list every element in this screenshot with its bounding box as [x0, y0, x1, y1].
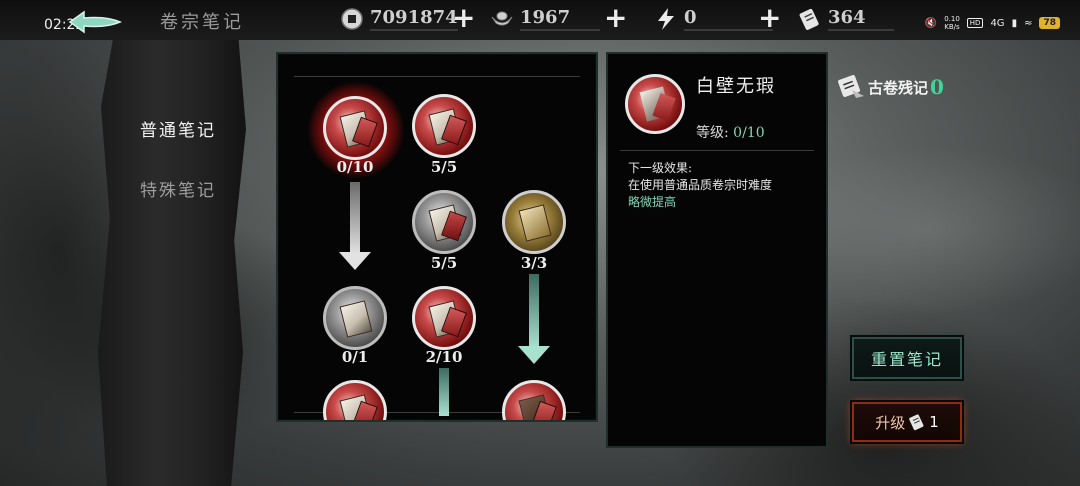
fragments-count: 0	[930, 75, 944, 99]
upgrade-button[interactable]: 升级 1	[852, 402, 962, 442]
node-count: 2/10	[425, 348, 463, 366]
coins-value: 7091874	[370, 7, 458, 31]
add-coins-button[interactable]: +	[452, 4, 475, 32]
upgrade-label: 升级	[875, 413, 906, 432]
node-count: 5/5	[430, 254, 458, 272]
system-status-icons: 🔇 0.10 KB/s HD 4G ▮ ≈ 78	[925, 15, 1060, 31]
node-count: 0/1	[341, 348, 369, 366]
tree-node-baibi-wuxia[interactable]	[323, 96, 387, 160]
scroll-ticket-icon	[909, 414, 924, 431]
selected-skill-icon	[625, 74, 685, 134]
tree-node-mid-3[interactable]	[502, 190, 566, 254]
scroll-ticket-icon	[799, 8, 819, 30]
lightning-icon	[658, 8, 674, 30]
resource-silver: 1967	[490, 7, 601, 31]
tree-node-low-2[interactable]	[412, 286, 476, 350]
sidebar-scroll-backdrop	[98, 40, 246, 486]
node-art	[518, 204, 552, 242]
mute-icon: 🔇	[924, 17, 938, 29]
tree-node-low-1[interactable]	[323, 286, 387, 350]
tab-normal-notes[interactable]: 普通笔记	[134, 110, 218, 142]
wifi-icon: ≈	[1024, 17, 1033, 29]
coin-icon	[341, 8, 363, 30]
tree-node-bottom-1[interactable]	[323, 380, 387, 420]
resource-energy: 0	[654, 7, 773, 31]
level-value: 0/10	[733, 125, 765, 141]
silver-value: 1967	[520, 7, 601, 31]
ancient-scroll-fragments: 古卷残记 0	[834, 74, 944, 100]
next-effect-text: 在使用普通品质卷宗时难度	[628, 178, 773, 192]
add-silver-button[interactable]: +	[604, 4, 627, 32]
battery-badge: 78	[1039, 17, 1060, 29]
upgrade-cost: 1	[929, 413, 939, 431]
node-count: 5/5	[430, 158, 458, 176]
skill-name: 白壁无瑕	[696, 76, 776, 97]
next-effect-highlight: 略微提高	[628, 195, 677, 209]
tab-special-notes[interactable]: 特殊笔记	[140, 176, 216, 201]
node-count: 0/10	[336, 158, 374, 176]
skill-detail-panel: 白壁无瑕 等级: 0/10 下一级效果: 在使用普通品质卷宗时难度 略微提高	[606, 52, 828, 448]
back-arrow-icon[interactable]	[66, 8, 124, 36]
tree-node-mid-2[interactable]	[412, 190, 476, 254]
resource-tickets: 364	[798, 7, 894, 31]
silver-ingot-icon	[491, 11, 513, 26]
next-level-effect: 下一级效果: 在使用普通品质卷宗时难度 略微提高	[628, 160, 818, 211]
fragments-label: 古卷残记	[868, 78, 929, 97]
tickets-value: 364	[828, 7, 894, 31]
tree-node-top-2[interactable]	[412, 94, 476, 158]
skill-level: 等级: 0/10	[696, 122, 765, 142]
signal-label: 4G	[990, 17, 1005, 29]
node-art	[339, 300, 373, 338]
resource-coins: 7091874	[340, 7, 458, 31]
signal-bars-icon: ▮	[1011, 17, 1018, 29]
next-effect-label: 下一级效果:	[628, 161, 693, 175]
tree-node-bottom-3[interactable]	[502, 380, 566, 420]
add-energy-button[interactable]: +	[758, 4, 781, 32]
scroll-fragment-icon	[838, 75, 864, 98]
net-speed: 0.10 KB/s	[944, 15, 960, 31]
skill-tree-panel: 0/10 5/5 5/5 3/3 0/1 2/10	[276, 52, 598, 422]
page-title: 卷宗笔记	[160, 12, 244, 33]
hd-badge: HD	[966, 18, 984, 28]
detail-divider	[620, 150, 814, 151]
panel-top-divider	[294, 76, 580, 77]
node-count: 3/3	[520, 254, 548, 272]
level-label: 等级:	[696, 125, 729, 141]
reset-notes-button[interactable]: 重置笔记	[852, 337, 962, 379]
